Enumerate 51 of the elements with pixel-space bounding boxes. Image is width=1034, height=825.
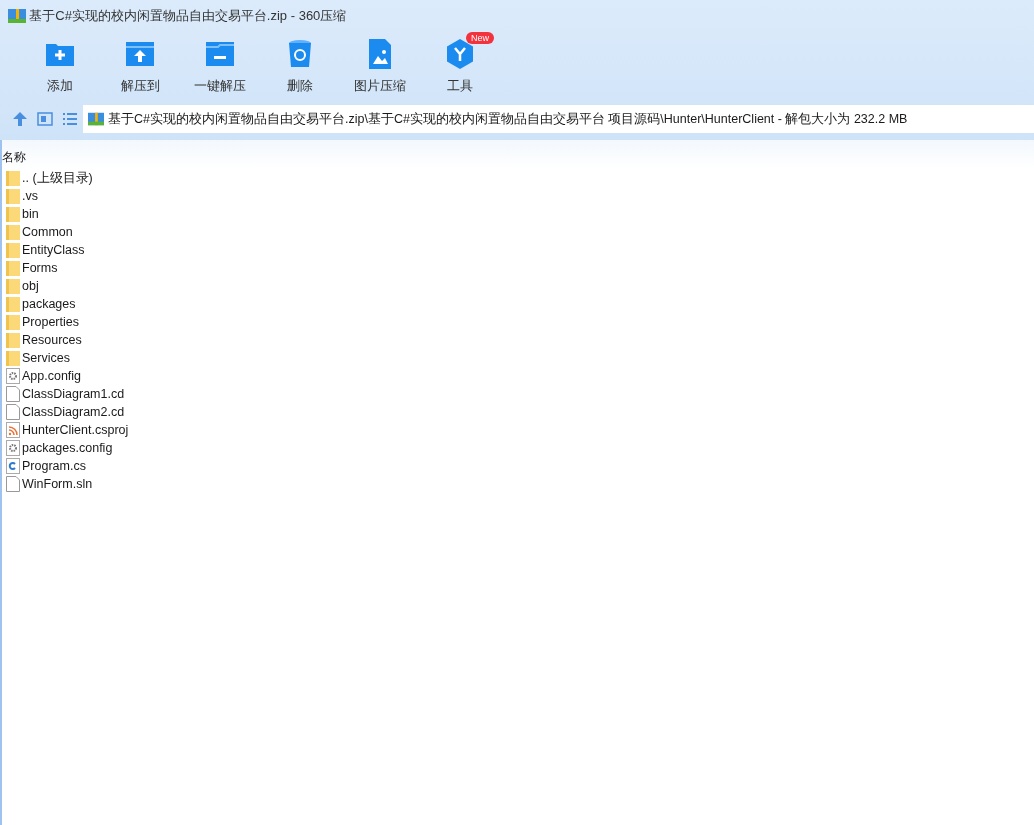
folder-icon [6, 170, 20, 186]
address-bar[interactable]: 基于C#实现的校内闲置物品自由交易平台.zip\基于C#实现的校内闲置物品自由交易平台 项目源码\Hunter\HunterClient - 解包大小为 232.2 MB [83, 105, 1034, 133]
file-name[interactable]: .. (上级目录) [22, 168, 93, 188]
column-header[interactable]: 名称 [2, 150, 26, 164]
file-name[interactable]: HunterClient.csproj [22, 420, 129, 440]
file-name[interactable]: WinForm.sln [22, 474, 93, 494]
folder-icon [6, 206, 20, 222]
up-arrow-icon[interactable] [12, 111, 28, 127]
file-name[interactable]: Services [22, 348, 70, 368]
folder-icon [6, 350, 20, 366]
file-name[interactable]: packages.config [22, 438, 113, 458]
file-name[interactable]: App.config [22, 366, 82, 386]
folder-icon [6, 332, 20, 348]
toolbar-button[interactable]: 添加 [20, 32, 100, 98]
folder-icon [6, 314, 20, 330]
file-icon [6, 476, 20, 492]
folder-icon [6, 242, 20, 258]
file-name[interactable]: Program.cs [22, 456, 86, 476]
folder-icon [6, 224, 20, 240]
folder-icon [6, 260, 20, 276]
file-name[interactable]: ClassDiagram2.cd [22, 402, 125, 422]
folder-icon [6, 188, 20, 204]
file-name[interactable]: Resources [22, 330, 82, 350]
gear-file-icon [6, 440, 20, 456]
toolbar-button[interactable]: 图片压缩 [340, 32, 420, 98]
thumbnail-view-icon[interactable] [37, 111, 53, 127]
gear-file-icon [6, 368, 20, 384]
window-title: 基于C#实现的校内闲置物品自由交易平台.zip - 360压缩 [29, 7, 347, 26]
archive-icon [88, 111, 104, 127]
list-view-icon[interactable] [62, 111, 78, 127]
toolbar-button[interactable]: 一键解压 [180, 32, 260, 98]
file-name[interactable]: Forms [22, 258, 58, 278]
rss-file-icon [6, 422, 20, 438]
file-name[interactable]: obj [22, 276, 39, 296]
file-name[interactable]: Common [22, 222, 73, 242]
archive-icon [8, 8, 26, 24]
new-badge: New [466, 32, 494, 44]
toolbar-button[interactable]: New 工具 [420, 32, 500, 98]
toolbar-button[interactable]: 删除 [260, 32, 340, 98]
file-name[interactable]: packages [22, 294, 76, 314]
file-name[interactable]: bin [22, 204, 39, 224]
file-name[interactable]: .vs [22, 186, 38, 206]
file-name[interactable]: EntityClass [22, 240, 85, 260]
folder-icon [6, 296, 20, 312]
file-name[interactable]: ClassDiagram1.cd [22, 384, 125, 404]
code-file-icon [6, 458, 20, 474]
file-icon [6, 386, 20, 402]
toolbar-button[interactable]: 解压到 [100, 32, 180, 98]
folder-icon [6, 278, 20, 294]
file-icon [6, 404, 20, 420]
file-name[interactable]: Properties [22, 312, 79, 332]
